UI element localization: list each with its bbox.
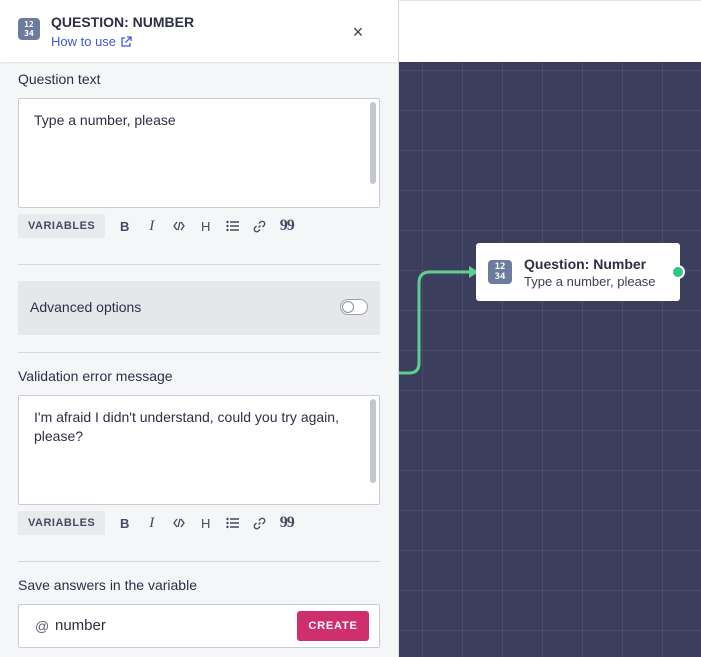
validation-message-value: I'm afraid I didn't understand, could yo… [34, 409, 339, 444]
italic-icon[interactable]: I [138, 214, 165, 238]
save-variable-label: Save answers in the variable [18, 577, 197, 593]
scrollbar[interactable] [370, 399, 376, 483]
question-text-label: Question text [18, 71, 101, 87]
divider [18, 352, 380, 353]
numbers-icon: 12 34 [18, 18, 40, 40]
divider [18, 264, 380, 265]
variables-button[interactable]: VARIABLES [18, 511, 106, 535]
panel-title: QUESTION: NUMBER [51, 14, 195, 30]
close-icon: × [352, 21, 364, 42]
validation-message-editor[interactable]: I'm afraid I didn't understand, could yo… [18, 395, 380, 505]
advanced-options-toggle[interactable] [340, 299, 368, 315]
question-text-value: Type a number, please [34, 112, 176, 128]
canvas-topbar [399, 0, 701, 63]
quote-icon[interactable]: 99 [273, 214, 300, 238]
scrollbar[interactable] [370, 102, 376, 184]
node-output-port[interactable] [671, 265, 685, 279]
question-text-toolbar: VARIABLES B I H 99 [18, 214, 300, 238]
external-link-icon [121, 35, 132, 47]
advanced-options-row[interactable]: Advanced options [18, 281, 380, 335]
divider [18, 561, 380, 562]
flow-edge [399, 266, 479, 375]
at-icon: @ [35, 618, 50, 634]
link-icon[interactable] [246, 214, 273, 238]
bold-icon[interactable]: B [111, 214, 138, 238]
bold-icon[interactable]: B [111, 511, 138, 535]
toggle-knob [342, 301, 354, 313]
close-button[interactable]: × [346, 20, 370, 44]
quote-icon[interactable]: 99 [273, 511, 300, 535]
validation-toolbar: VARIABLES B I H 99 [18, 511, 300, 535]
italic-icon[interactable]: I [138, 511, 165, 535]
panel-header: 12 34 QUESTION: NUMBER How to use × [0, 0, 398, 62]
link-icon[interactable] [246, 511, 273, 535]
numbers-icon: 12 34 [488, 260, 512, 284]
create-button[interactable]: CREATE [297, 611, 369, 641]
code-icon[interactable] [165, 511, 192, 535]
flow-node-question-number[interactable]: 12 34 Question: Number Type a number, pl… [476, 243, 680, 301]
validation-label: Validation error message [18, 368, 173, 384]
how-to-use-link[interactable]: How to use [51, 34, 132, 49]
question-settings-panel: 12 34 QUESTION: NUMBER How to use × Ques… [0, 0, 399, 657]
list-icon[interactable] [219, 214, 246, 238]
heading-icon[interactable]: H [192, 214, 219, 238]
variable-name-value: number [55, 617, 106, 634]
question-text-editor[interactable]: Type a number, please [18, 98, 380, 208]
node-subtitle: Type a number, please [524, 273, 656, 289]
how-to-use-label: How to use [51, 34, 117, 49]
advanced-options-label: Advanced options [30, 299, 142, 315]
variables-button[interactable]: VARIABLES [18, 214, 106, 238]
variable-name-input[interactable]: @ number CREATE [18, 604, 380, 648]
heading-icon[interactable]: H [192, 511, 219, 535]
code-icon[interactable] [165, 214, 192, 238]
node-title: Question: Number [524, 255, 647, 272]
list-icon[interactable] [219, 511, 246, 535]
